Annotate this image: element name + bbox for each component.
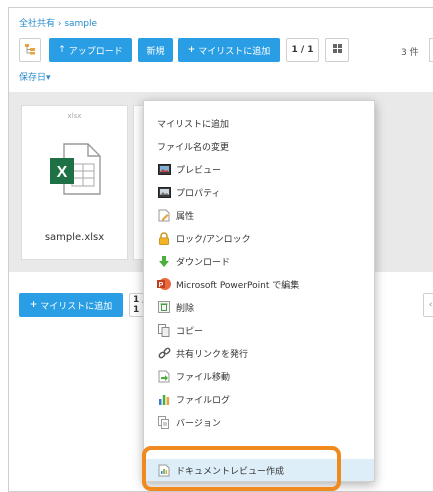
menu-item-rename[interactable]: ファイル名の変更	[144, 135, 374, 157]
new-button[interactable]: 新規	[138, 38, 173, 62]
log-chart-icon	[157, 392, 171, 406]
file-card[interactable]: xlsx X sample.xlsx	[21, 105, 128, 260]
menu-item-download[interactable]: ダウンロード	[144, 250, 374, 272]
menu-item-version[interactable]: バージョン	[144, 411, 374, 433]
menu-item-add-mylist[interactable]: マイリストに追加	[144, 112, 374, 134]
menu-item-file-log[interactable]: ファイルログ	[144, 388, 374, 410]
upload-button[interactable]: ↑ アップロード	[49, 38, 132, 62]
chevron-left-icon: ‹	[428, 300, 433, 310]
item-count: 3 件	[401, 48, 419, 58]
menu-item-share-link[interactable]: 共有リンクを発行	[144, 342, 374, 364]
toolbar-right-control[interactable]	[429, 38, 433, 62]
upload-arrow-icon: ↑	[58, 45, 66, 55]
trash-icon	[157, 300, 171, 314]
menu-item-copy[interactable]: コピー	[144, 319, 374, 341]
menu-item-lock[interactable]: ロック/アンロック	[144, 227, 374, 249]
copy-icon	[157, 323, 171, 337]
menu-item-preview[interactable]: プレビュー	[144, 158, 374, 180]
properties-icon	[157, 185, 171, 199]
menu-item-properties[interactable]: プロパティ	[144, 181, 374, 203]
move-file-icon	[157, 369, 171, 383]
download-icon	[157, 254, 171, 268]
version-icon	[157, 415, 171, 429]
tree-toggle-button[interactable]	[19, 38, 41, 62]
plus-icon: +	[29, 300, 38, 310]
file-extension: xlsx	[67, 112, 82, 120]
attribute-icon	[157, 208, 171, 222]
link-icon	[157, 346, 171, 360]
menu-item-edit-powerpoint[interactable]: P Microsoft PowerPoint で編集	[144, 273, 374, 295]
file-name: sample.xlsx	[44, 232, 105, 243]
breadcrumb[interactable]: 全社共有 › sample	[19, 16, 97, 29]
context-menu: マイリストに追加 ファイル名の変更 プレビュー プロパティ 属性 ロック/アンロ…	[143, 100, 375, 482]
highlight-callout	[142, 446, 341, 491]
menu-item-attribute[interactable]: 属性	[144, 204, 374, 226]
folder-tree-icon	[24, 43, 36, 58]
preview-icon	[157, 162, 171, 176]
add-mylist-button[interactable]: + マイリストに追加	[178, 38, 280, 62]
svg-text:X: X	[57, 164, 68, 181]
menu-item-move-file[interactable]: ファイル移動	[144, 365, 374, 387]
excel-file-icon: X	[50, 142, 102, 200]
plus-icon: +	[187, 45, 196, 55]
svg-text:P: P	[159, 282, 164, 289]
add-mylist-button-bottom[interactable]: + マイリストに追加	[19, 293, 123, 317]
menu-item-delete[interactable]: 削除	[144, 296, 374, 318]
pager[interactable]: 1 / 1	[286, 38, 319, 62]
sort-dropdown[interactable]: 保存日▾	[19, 70, 51, 83]
grid-view-button[interactable]	[325, 38, 349, 62]
grid-icon	[332, 44, 342, 56]
prev-page-button[interactable]: ‹	[423, 293, 433, 317]
lock-icon	[157, 231, 171, 245]
powerpoint-icon: P	[157, 277, 171, 291]
